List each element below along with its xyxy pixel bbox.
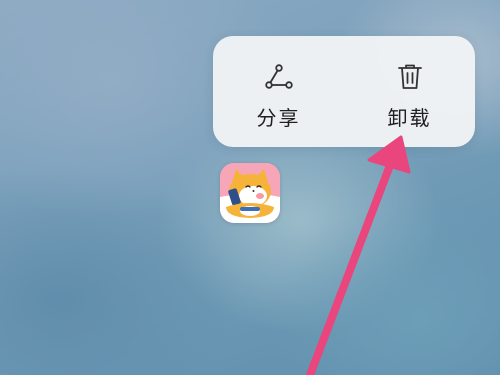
shiba-cat-app-icon[interactable] [220,163,280,223]
trash-icon [393,60,427,94]
uninstall-button[interactable]: 卸载 [344,36,475,147]
share-button[interactable]: 分享 [213,36,344,147]
uninstall-label: 卸载 [387,106,432,130]
share-icon [262,60,296,94]
app-context-menu: 分享 卸载 [213,36,475,147]
share-label: 分享 [256,106,301,130]
